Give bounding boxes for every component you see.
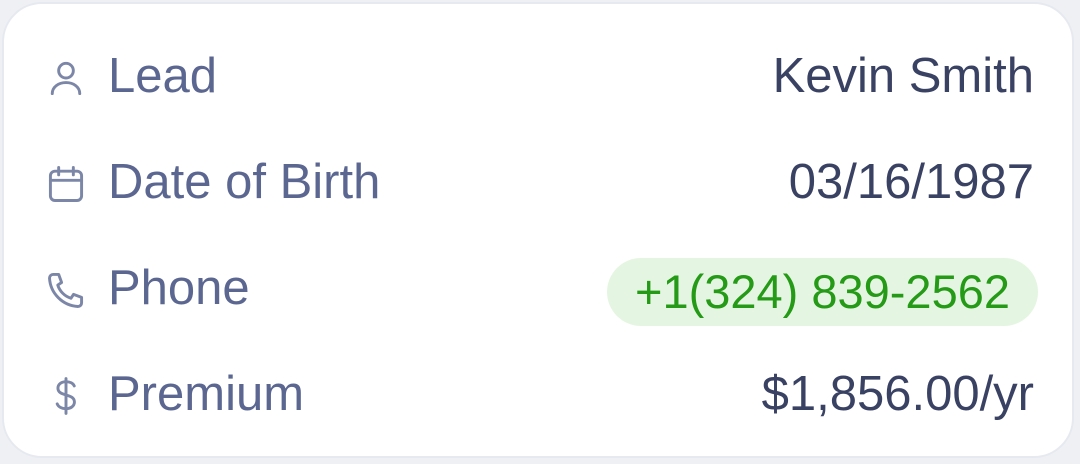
date-of-birth-value: 03/16/1987 xyxy=(788,155,1034,209)
phone-row: Phone +1(324) 839-2562 xyxy=(4,248,1072,328)
lead-value: Kevin Smith xyxy=(772,49,1034,103)
lead-label: Lead xyxy=(108,49,218,103)
phone-label: Phone xyxy=(108,261,250,315)
user-icon xyxy=(44,56,88,100)
phone-number-link[interactable]: +1(324) 839-2562 xyxy=(607,258,1038,326)
phone-icon xyxy=(44,268,88,312)
lead-row: Lead Kevin Smith xyxy=(4,36,1072,116)
date-of-birth-row: Date of Birth 03/16/1987 xyxy=(4,142,1072,222)
dollar-icon xyxy=(44,374,88,418)
calendar-icon xyxy=(44,162,88,206)
premium-row: Premium $1,856.00/yr xyxy=(4,354,1072,434)
lead-details-card: Lead Kevin Smith Date of Birth 03/16/198… xyxy=(2,2,1074,458)
premium-label: Premium xyxy=(108,367,305,421)
premium-value: $1,856.00/yr xyxy=(761,367,1034,421)
date-of-birth-label: Date of Birth xyxy=(108,155,381,209)
